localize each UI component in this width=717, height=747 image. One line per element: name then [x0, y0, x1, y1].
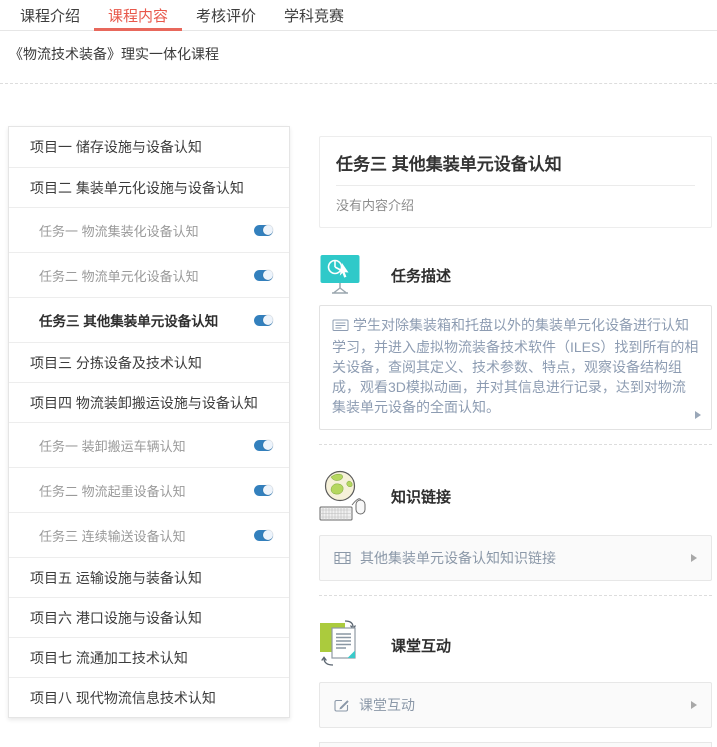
task-description-text: 学生对除集装箱和托盘以外的集装单元化设备进行认知学习，并进入虚拟物流装备技术软件… — [332, 317, 698, 415]
section-dashed-divider — [319, 444, 712, 445]
task-subtitle: 没有内容介绍 — [336, 195, 695, 214]
project-label: 项目六 港口设施与设备认知 — [30, 608, 202, 628]
section-dashed-divider — [319, 595, 712, 596]
task-label: 任务二 物流起重设备认知 — [39, 481, 186, 500]
monitor-chart-icon — [319, 252, 367, 298]
section-class-interaction-header: 课堂互动 — [319, 620, 712, 670]
toggle-knob — [263, 270, 273, 280]
course-breadcrumb: 《物流技术装备》理实一体化课程 — [9, 44, 717, 64]
task-title: 任务三 其他集装单元设备认知 — [336, 150, 695, 175]
tab-competition[interactable]: 学科竞赛 — [270, 0, 358, 30]
sidebar-item-task3-active[interactable]: 任务三 其他集装单元设备认知 — [9, 297, 289, 342]
toggle-knob — [263, 530, 273, 540]
section-title-knowledge-links: 知识链接 — [391, 486, 451, 507]
project-label: 项目三 分拣设备及技术认知 — [30, 353, 202, 373]
tab-course-content[interactable]: 课程内容 — [94, 0, 182, 30]
pencil-square-icon — [334, 698, 350, 712]
toggle-switch-on[interactable] — [254, 225, 273, 236]
sidebar-item-project3[interactable]: 项目三 分拣设备及技术认知 — [9, 342, 289, 382]
sidebar-item-project2[interactable]: 项目二 集装单元化设施与设备认知 — [9, 167, 289, 207]
toggle-switch-on[interactable] — [254, 315, 273, 326]
top-dashed-divider — [0, 83, 717, 84]
sidebar-item-task2-p4[interactable]: 任务二 物流起重设备认知 — [9, 467, 289, 512]
section-knowledge-links-header: 知识链接 — [319, 469, 712, 523]
toggle-knob — [263, 225, 273, 235]
class-interaction-row[interactable]: 课堂互动 — [319, 682, 712, 728]
task-header-card: 任务三 其他集装单元设备认知 没有内容介绍 — [319, 136, 712, 228]
film-icon — [334, 551, 351, 565]
project-label: 项目二 集装单元化设施与设备认知 — [30, 178, 244, 198]
task-label: 任务二 物流单元化设备认知 — [39, 266, 199, 285]
chevron-right-icon — [691, 554, 697, 562]
class-interaction-label: 课堂互动 — [359, 695, 415, 715]
toggle-knob — [263, 315, 273, 325]
tab-assessment[interactable]: 考核评价 — [182, 0, 270, 30]
sidebar-item-task1[interactable]: 任务一 物流集装化设备认知 — [9, 207, 289, 252]
content-area: 项目一 储存设施与设备认知 项目二 集装单元化设施与设备认知 任务一 物流集装化… — [0, 126, 717, 747]
project-label: 项目一 储存设施与设备认知 — [30, 137, 202, 157]
knowledge-link-label: 其他集装单元设备认知知识链接 — [360, 548, 556, 568]
toggle-knob — [263, 440, 273, 450]
knowledge-link-row[interactable]: 其他集装单元设备认知知识链接 — [319, 535, 712, 581]
toggle-switch-on[interactable] — [254, 530, 273, 541]
task-label: 任务三 连续输送设备认知 — [39, 526, 186, 545]
project-label: 项目七 流通加工技术认知 — [30, 648, 188, 668]
sidebar-item-task1-p4[interactable]: 任务一 装卸搬运车辆认知 — [9, 422, 289, 467]
task-label: 任务三 其他集装单元设备认知 — [39, 310, 218, 330]
task-label: 任务一 装卸搬运车辆认知 — [39, 436, 186, 455]
sidebar-item-project1[interactable]: 项目一 储存设施与设备认知 — [9, 127, 289, 167]
section-title-task-description: 任务描述 — [391, 265, 451, 286]
news-icon — [332, 317, 349, 337]
task-detail-panel: 任务三 其他集装单元设备认知 没有内容介绍 任务描述 — [319, 126, 712, 747]
sidebar-item-project5[interactable]: 项目五 运输设施与装备认知 — [9, 557, 289, 597]
task-label: 任务一 物流集装化设备认知 — [39, 221, 199, 240]
documents-icon — [319, 620, 367, 670]
title-divider — [336, 185, 695, 186]
project-label: 项目四 物流装卸搬运设施与设备认知 — [30, 393, 258, 413]
tab-course-intro[interactable]: 课程介绍 — [6, 0, 94, 30]
sidebar-item-task3-p4[interactable]: 任务三 连续输送设备认知 — [9, 512, 289, 557]
sidebar-item-project4[interactable]: 项目四 物流装卸搬运设施与设备认知 — [9, 382, 289, 422]
course-tab-bar: 课程介绍 课程内容 考核评价 学科竞赛 — [0, 0, 717, 31]
sidebar-item-task2[interactable]: 任务二 物流单元化设备认知 — [9, 252, 289, 297]
toggle-switch-on[interactable] — [254, 270, 273, 281]
toggle-switch-on[interactable] — [254, 440, 273, 451]
section-task-description-header: 任务描述 — [319, 252, 712, 298]
next-section-partial-box — [319, 742, 712, 747]
chevron-right-icon — [691, 701, 697, 709]
course-nav-sidebar: 项目一 储存设施与设备认知 项目二 集装单元化设施与设备认知 任务一 物流集装化… — [8, 126, 290, 718]
toggle-switch-on[interactable] — [254, 485, 273, 496]
globe-keyboard-icon — [319, 469, 367, 523]
sidebar-item-project8[interactable]: 项目八 现代物流信息技术认知 — [9, 677, 289, 717]
toggle-knob — [263, 485, 273, 495]
task-description-box[interactable]: 学生对除集装箱和托盘以外的集装单元化设备进行认知学习，并进入虚拟物流装备技术软件… — [319, 305, 712, 430]
sidebar-item-project6[interactable]: 项目六 港口设施与设备认知 — [9, 597, 289, 637]
project-label: 项目八 现代物流信息技术认知 — [30, 688, 216, 708]
project-label: 项目五 运输设施与装备认知 — [30, 568, 202, 588]
expand-arrow-icon[interactable] — [695, 411, 701, 419]
section-title-class-interaction: 课堂互动 — [391, 635, 451, 656]
sidebar-item-project7[interactable]: 项目七 流通加工技术认知 — [9, 637, 289, 677]
